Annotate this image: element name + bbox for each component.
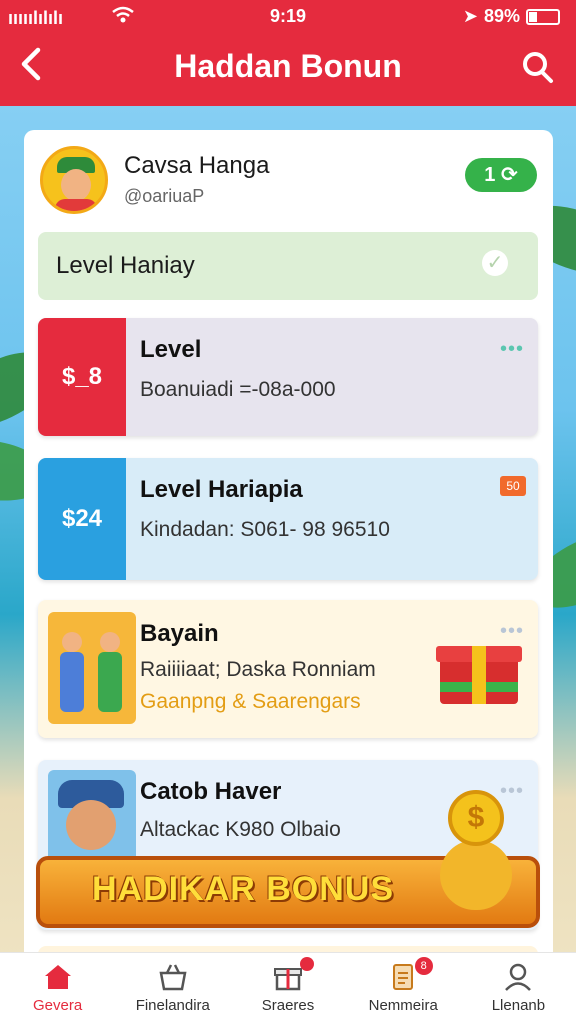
card-title: Bayain xyxy=(140,620,219,647)
page-title: Haddan Bonun xyxy=(174,48,402,84)
location-arrow-icon: ➤ xyxy=(462,6,478,26)
avatar[interactable] xyxy=(40,146,108,214)
main-panel: Cavsa Hanga @oariuaP 1 ⟳ Level Haniay ✓ … xyxy=(24,130,553,970)
tab-label: Llenanb xyxy=(491,997,546,1014)
avatar-face xyxy=(61,169,91,201)
gift-box-icon xyxy=(436,636,522,704)
home-icon xyxy=(44,965,71,989)
user-icon xyxy=(505,963,532,991)
card-detail: Kindadan: S061- 98 96510 xyxy=(140,518,390,541)
card-title: Catob Haver xyxy=(140,778,282,805)
coin-mascot-icon: $ xyxy=(434,790,518,920)
card-title: Level xyxy=(140,336,202,363)
battery-icon xyxy=(526,8,560,25)
level-status-bar[interactable]: Level Haniay ✓ xyxy=(38,232,538,300)
search-icon xyxy=(523,52,553,83)
tab-label: Finelandira xyxy=(135,997,210,1014)
badge-count: 1 xyxy=(484,164,496,186)
card-tag: 50 xyxy=(500,476,526,496)
profile-row[interactable]: Cavsa Hanga @oariuaP 1 ⟳ xyxy=(40,144,537,216)
card-detail: Boanuiadi =-08a-000 xyxy=(140,378,336,401)
card-detail: Raiiiiaat; Daska Ronniam xyxy=(140,658,376,681)
status-right: ➤ 89% xyxy=(463,6,560,27)
bonus-banner-text: HADIKAR BONUS xyxy=(92,870,394,908)
tab-profile[interactable]: Llenanb xyxy=(461,953,576,1024)
bonus-card[interactable]: $24 Level Hariapia Kindadan: S061- 98 96… xyxy=(38,458,538,580)
tab-shop[interactable]: Finelandira xyxy=(115,953,230,1024)
card-detail: Altackac K980 Olbaio xyxy=(140,818,341,841)
search-button[interactable] xyxy=(520,50,554,84)
tab-label: Gevera xyxy=(33,997,83,1014)
friend-figure xyxy=(98,632,122,712)
tab-rewards[interactable]: Sraeres xyxy=(230,953,345,1024)
friends-illustration xyxy=(48,612,136,724)
bottom-tab-bar: Gevera Finelandira Sraeres 8 Nemmeira Ll… xyxy=(0,952,576,1024)
profile-level-badge[interactable]: 1 ⟳ xyxy=(465,158,537,192)
dollar-coin-icon: $ xyxy=(448,790,504,846)
app-header: ııııılılılı 9:19 ➤ 89% Haddan Bonun xyxy=(0,0,576,106)
check-icon: ✓ xyxy=(482,250,508,276)
card-detail-accent: Gaanpng & Saarengars xyxy=(140,690,361,713)
status-bar: ııııılılılı 9:19 ➤ 89% xyxy=(0,6,576,28)
level-status-label: Level Haniay xyxy=(56,252,195,279)
more-icon[interactable]: ••• xyxy=(500,338,524,361)
avatar-shirt xyxy=(55,199,97,211)
notification-badge: 8 xyxy=(414,957,433,975)
bonus-card[interactable]: $_8 Level Boanuiadi =-08a-000 ••• xyxy=(38,318,538,436)
bonus-card[interactable]: Bayain Raiiiiaat; Daska Ronniam Gaanpng … xyxy=(38,600,538,738)
refresh-icon: ⟳ xyxy=(500,164,518,186)
tab-home[interactable]: Gevera xyxy=(0,953,115,1024)
friend-figure xyxy=(60,632,84,712)
gift-icon xyxy=(274,968,302,991)
tab-history[interactable]: 8 Nemmeira xyxy=(346,953,461,1024)
basket-icon xyxy=(159,964,187,991)
tab-label: Sraeres xyxy=(261,997,315,1014)
profile-handle: @oariuaP xyxy=(124,186,205,206)
notification-badge xyxy=(299,957,314,971)
profile-name: Cavsa Hanga xyxy=(124,152,270,179)
tab-label: Nemmeira xyxy=(368,997,438,1014)
battery-percent: 89% xyxy=(483,6,520,26)
card-amount: $24 xyxy=(38,458,126,580)
card-title: Level Hariapia xyxy=(140,476,303,503)
card-amount: $_8 xyxy=(38,318,126,436)
